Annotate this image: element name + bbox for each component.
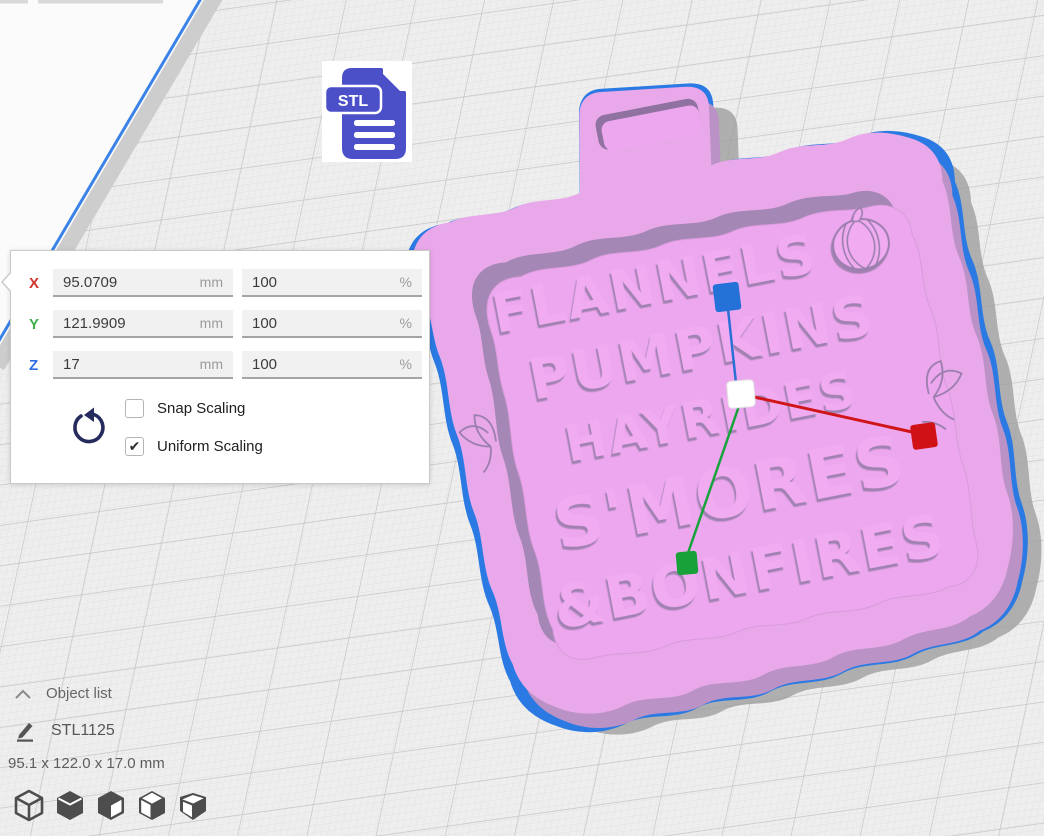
view-right-button[interactable] bbox=[176, 787, 210, 823]
x-scale-handle[interactable] bbox=[910, 422, 938, 450]
top-chrome-sliver bbox=[0, 0, 163, 4]
y-axis-label: Y bbox=[29, 316, 53, 333]
stl-label: STL bbox=[338, 93, 368, 110]
cube-right-icon bbox=[176, 787, 210, 823]
panel-notch bbox=[1, 271, 11, 293]
z-axis-label: Z bbox=[29, 357, 53, 374]
x-percent-input[interactable]: 100 % bbox=[242, 269, 422, 297]
snap-scaling-label: Snap Scaling bbox=[157, 400, 245, 417]
object-name: STL1125 bbox=[51, 722, 115, 740]
model-dimensions: 95.1 x 122.0 x 17.0 mm bbox=[8, 755, 165, 772]
cube-front-icon bbox=[53, 787, 87, 823]
top-chrome-notch bbox=[28, 0, 38, 4]
object-list-toggle[interactable]: Object list bbox=[14, 685, 112, 702]
scale-tool-panel: X 95.0709 mm 100 % Y 121.9909 mm 100 % Z… bbox=[10, 250, 430, 484]
x-axis-label: X bbox=[29, 275, 53, 292]
cube-left-icon bbox=[135, 787, 169, 823]
pencil-icon bbox=[14, 720, 36, 742]
view-front-button[interactable] bbox=[53, 787, 87, 823]
uniform-scaling-label: Uniform Scaling bbox=[157, 438, 263, 455]
center-handle[interactable] bbox=[726, 379, 755, 408]
view-left-button[interactable] bbox=[135, 787, 169, 823]
x-size-input[interactable]: 95.0709 mm bbox=[53, 269, 233, 297]
view-3d-button[interactable] bbox=[12, 787, 46, 823]
z-percent-input[interactable]: 100 % bbox=[242, 351, 422, 379]
snap-scaling-checkbox[interactable] bbox=[125, 399, 144, 418]
z-size-input[interactable]: 17 mm bbox=[53, 351, 233, 379]
view-top-button[interactable] bbox=[94, 787, 128, 823]
chevron-up-icon bbox=[14, 689, 32, 699]
y-scale-handle[interactable] bbox=[676, 551, 699, 576]
y-percent-input[interactable]: 100 % bbox=[242, 310, 422, 338]
reset-icon bbox=[75, 408, 103, 442]
z-scale-handle[interactable] bbox=[712, 282, 741, 313]
cube-top-icon bbox=[94, 787, 128, 823]
stl-file-icon: STL bbox=[322, 61, 412, 162]
cube-wireframe-icon bbox=[12, 787, 46, 823]
camera-view-toolbar bbox=[12, 787, 210, 823]
object-list-item[interactable]: STL1125 bbox=[14, 720, 115, 742]
reset-scale-button[interactable] bbox=[67, 407, 109, 449]
object-list-label: Object list bbox=[46, 685, 112, 702]
uniform-scaling-checkbox[interactable]: ✔ bbox=[125, 437, 144, 456]
y-size-input[interactable]: 121.9909 mm bbox=[53, 310, 233, 338]
